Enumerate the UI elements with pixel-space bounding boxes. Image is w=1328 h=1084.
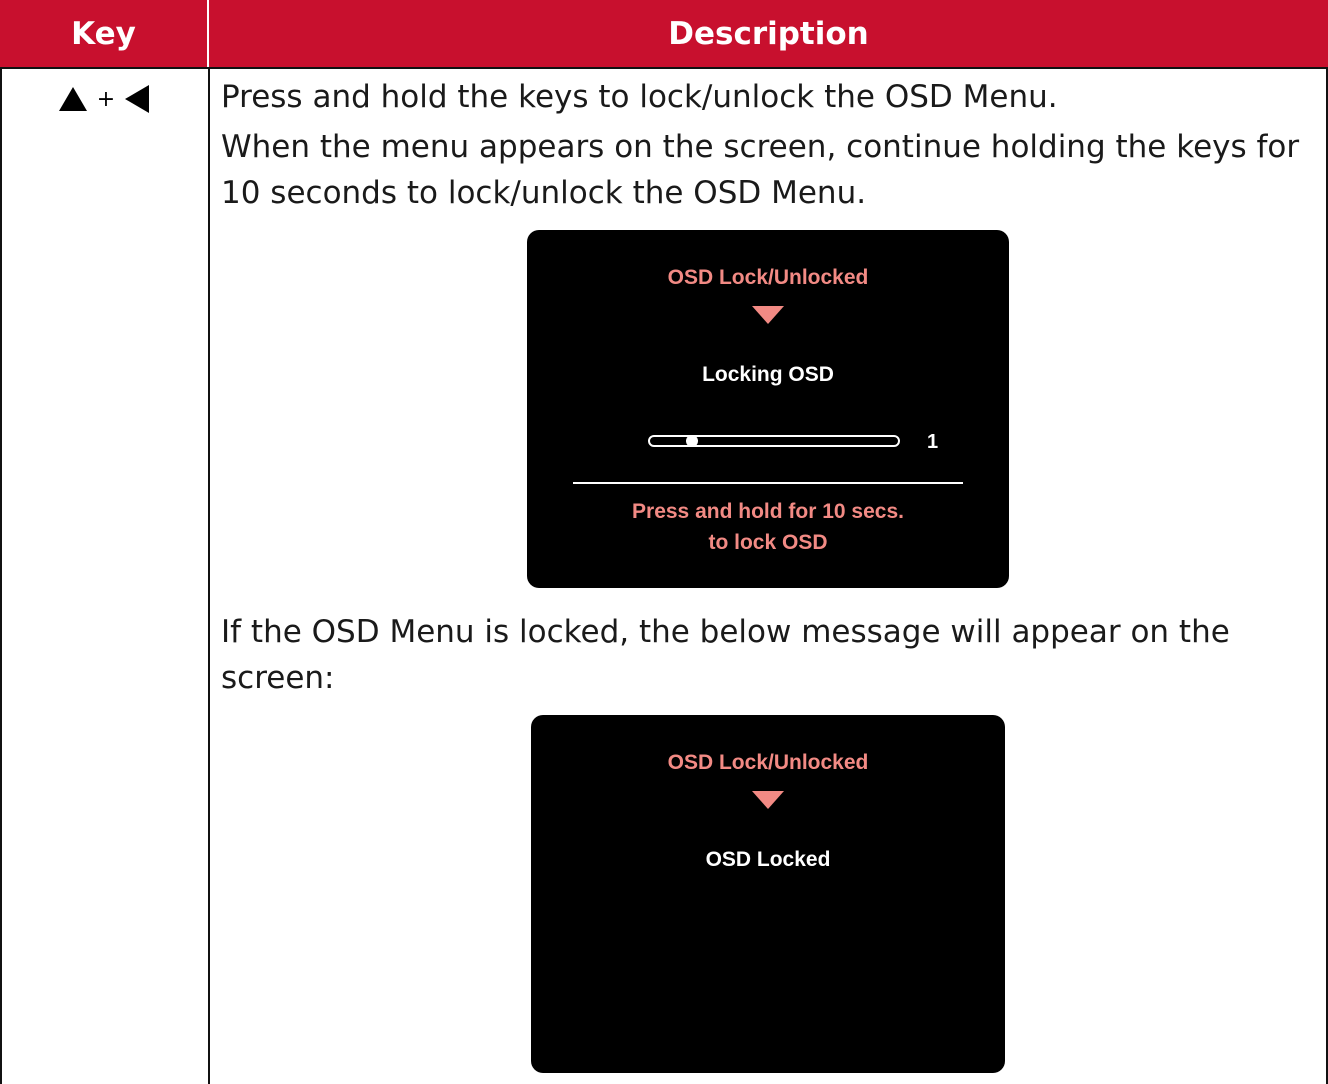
progress-count: 1	[927, 431, 939, 453]
osd-divider	[573, 482, 963, 484]
table-border-left	[0, 68, 2, 1084]
triangle-left-icon	[125, 85, 150, 113]
osd-locked-screen: OSD Lock/Unlocked OSD Locked	[531, 715, 1005, 1073]
header-description: Description	[209, 0, 1328, 68]
osd-locking-screen: OSD Lock/Unlocked Locking OSD 1 Press an…	[527, 230, 1009, 588]
description-paragraph-2: When the menu appears on the screen, con…	[221, 129, 1300, 211]
plus-sign: +	[96, 86, 116, 112]
triangle-up-icon	[58, 87, 87, 111]
description-paragraph-3: If the OSD Menu is locked, the below mes…	[221, 614, 1230, 696]
down-arrow-icon	[752, 791, 784, 809]
table-column-divider	[208, 68, 210, 1084]
osd-hint-line-1: Press and hold for 10 secs.	[632, 500, 904, 523]
lock-progress-slider	[648, 435, 900, 447]
slider-knob	[685, 435, 698, 447]
description-paragraph-1: Press and hold the keys to lock/unlock t…	[221, 79, 1058, 115]
key-cell: +	[0, 74, 208, 124]
key-description-table: Key Description + Press and hold the key…	[0, 0, 1328, 1084]
osd-message: OSD Locked	[705, 848, 831, 871]
header-divider	[0, 67, 1328, 69]
osd-title: OSD Lock/Unlocked	[667, 751, 869, 774]
header-key: Key	[0, 0, 209, 68]
osd-message: Locking OSD	[702, 363, 834, 386]
osd-hint-line-2: to lock OSD	[708, 531, 828, 554]
osd-hint: Press and hold for 10 secs. to lock OSD	[527, 496, 1009, 558]
down-arrow-icon	[752, 306, 784, 324]
osd-title: OSD Lock/Unlocked	[667, 266, 869, 289]
